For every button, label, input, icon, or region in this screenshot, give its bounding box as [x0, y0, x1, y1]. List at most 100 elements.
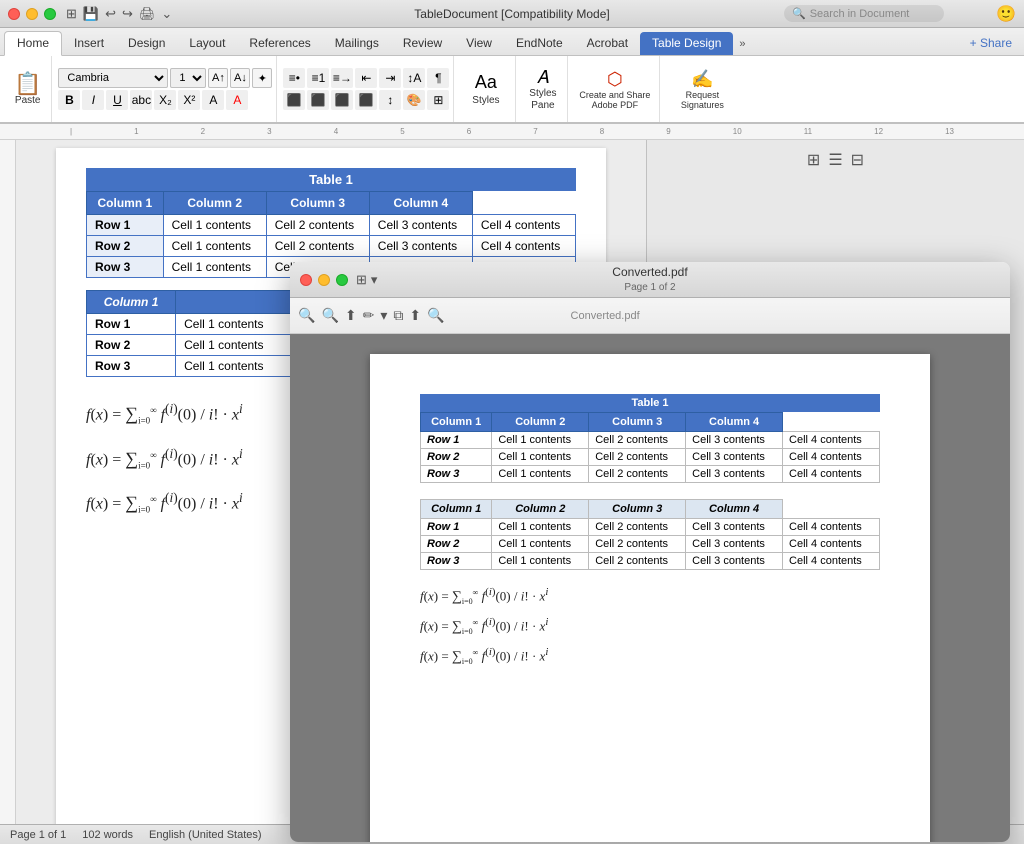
sort-button[interactable]: ↕A	[403, 68, 425, 88]
table-row: Row 3 Cell 1 contents	[87, 356, 296, 377]
pdf-search2-icon[interactable]: 🔍	[427, 307, 444, 324]
tab-mailings[interactable]: Mailings	[323, 32, 391, 55]
pdf-t2-r2h: Row 2	[421, 536, 492, 553]
font-controls: Cambria 12 A↑ A↓ ✦ B I U abc X₂ X² A A	[58, 68, 272, 110]
more-icon[interactable]: ⌄	[161, 6, 172, 22]
pdf-t1-r1c3: Cell 3 contents	[686, 432, 783, 449]
table-row: Row 2 Cell 1 contents Cell 2 contents Ce…	[87, 236, 576, 257]
printer-icon[interactable]: 🖨	[139, 6, 156, 22]
align-center-button[interactable]: ⬛	[307, 90, 329, 110]
tab-layout[interactable]: Layout	[177, 32, 237, 55]
align-left-button[interactable]: ⬛	[283, 90, 305, 110]
pdf-table1-caption: Table 1	[420, 394, 880, 412]
pdf-table1-header-row: Column 1 Column 2 Column 3 Column 4	[421, 413, 880, 432]
justify-button[interactable]: ⬛	[355, 90, 377, 110]
pdf-t1-r1h: Row 1	[421, 432, 492, 449]
grid-view-icon[interactable]: ⊞	[807, 150, 820, 170]
doc-title: TableDocument [Compatibility Mode]	[414, 7, 609, 21]
signatures-icon: ✍	[691, 69, 713, 90]
strikethrough-button[interactable]: abc	[130, 90, 152, 110]
bold-button[interactable]: B	[58, 90, 80, 110]
minimize-button[interactable]	[26, 8, 38, 20]
font-color-button[interactable]: A	[226, 90, 248, 110]
tab-acrobat[interactable]: Acrobat	[575, 32, 640, 55]
adobe-label[interactable]: Create and Share Adobe PDF	[579, 90, 650, 110]
superscript-button[interactable]: X²	[178, 90, 200, 110]
tab-review[interactable]: Review	[391, 32, 454, 55]
search-bar[interactable]: 🔍 Search in Document	[784, 5, 944, 22]
partial-table: Column 1 Row 1 Cell 1 contents Row 2 Cel…	[86, 290, 296, 377]
detail-view-icon[interactable]: ⊟	[851, 150, 864, 170]
pdf-zoom-out-icon[interactable]: 🔍	[321, 307, 338, 324]
subscript-button[interactable]: X₂	[154, 90, 176, 110]
pdf-prev-icon[interactable]: ⊞	[356, 272, 367, 288]
pdf-search-icon[interactable]: 🔍	[298, 307, 315, 324]
list-view-icon[interactable]: ☰	[828, 150, 842, 170]
signatures-label[interactable]: Request Signatures	[681, 90, 724, 110]
line-spacing-button[interactable]: ↕	[379, 90, 401, 110]
pdf-content[interactable]: Table 1 Column 1 Column 2 Column 3 Colum…	[290, 334, 1010, 842]
tab-design[interactable]: Design	[116, 32, 177, 55]
align-right-button[interactable]: ⬛	[331, 90, 353, 110]
pdf-filename: Converted.pdf	[612, 265, 687, 281]
tab-table-design[interactable]: Table Design	[640, 32, 733, 55]
decrease-indent-button[interactable]: ⇤	[355, 68, 377, 88]
paragraph-mark-button[interactable]: ¶	[427, 68, 449, 88]
borders-button[interactable]: ⊞	[427, 90, 449, 110]
font-section: Cambria 12 A↑ A↓ ✦ B I U abc X₂ X² A A	[54, 56, 277, 122]
tab-view[interactable]: View	[454, 32, 504, 55]
styles-pane-label[interactable]: Styles Pane	[529, 88, 556, 112]
pdf-math-1: f(x) = ∑i=0∞ f(i)(0) / i! · xi	[420, 586, 880, 606]
close-button[interactable]	[8, 8, 20, 20]
pdf-share-icon[interactable]: ⬆	[345, 307, 357, 324]
pdf-traffic-lights	[300, 274, 348, 286]
share-button[interactable]: + Share	[958, 32, 1024, 55]
shading-button[interactable]: 🎨	[403, 90, 425, 110]
tab-insert[interactable]: Insert	[62, 32, 116, 55]
tab-references[interactable]: References	[237, 32, 322, 55]
pdf-t1-r1c4: Cell 4 contents	[783, 432, 880, 449]
table-row: Row 3 Cell 1 contents Cell 2 contents Ce…	[421, 553, 880, 570]
font-shrink-button[interactable]: A↓	[230, 68, 250, 88]
tab-more[interactable]: »	[733, 34, 751, 55]
traffic-lights	[8, 8, 56, 20]
underline-button[interactable]: U	[106, 90, 128, 110]
font-name-select[interactable]: Cambria	[58, 68, 168, 88]
maximize-button[interactable]	[44, 8, 56, 20]
pdf-minimize-button[interactable]	[318, 274, 330, 286]
tab-home[interactable]: Home	[4, 31, 62, 56]
language: English (United States)	[149, 829, 262, 841]
numbering-button[interactable]: ≡1	[307, 68, 329, 88]
italic-button[interactable]: I	[82, 90, 104, 110]
pdf-maximize-button[interactable]	[336, 274, 348, 286]
pdf-close-button[interactable]	[300, 274, 312, 286]
pdf-up-icon[interactable]: ⬆	[409, 307, 421, 324]
pdf-t2-r2c1: Cell 1 contents	[492, 536, 589, 553]
window-title: TableDocument [Compatibility Mode]	[414, 7, 609, 21]
pdf-t2-r3c4: Cell 4 contents	[783, 553, 880, 570]
multilevel-button[interactable]: ≡→	[331, 68, 353, 88]
toolbar-icon-2[interactable]: 💾	[83, 6, 99, 22]
clear-format-button[interactable]: ✦	[252, 68, 272, 88]
undo-icon[interactable]: ↩	[105, 6, 116, 22]
tab-endnote[interactable]: EndNote	[504, 32, 575, 55]
partial-col2-header	[176, 291, 296, 314]
row1-cell4: Cell 4 contents	[472, 215, 575, 236]
font-size-select[interactable]: 12	[170, 68, 206, 88]
font-grow-button[interactable]: A↑	[208, 68, 228, 88]
increase-indent-button[interactable]: ⇥	[379, 68, 401, 88]
pdf-pages-icon[interactable]: ⧉	[393, 307, 403, 324]
pdf-math-2: f(x) = ∑i=0∞ f(i)(0) / i! · xi	[420, 616, 880, 636]
toolbar-icon-1[interactable]: ⊞	[66, 6, 77, 22]
highlight-button[interactable]: A	[202, 90, 224, 110]
row2-cell4: Cell 4 contents	[472, 236, 575, 257]
redo-icon[interactable]: ↪	[122, 6, 133, 22]
pdf-more-icon[interactable]: ▾	[380, 307, 387, 324]
paste-button[interactable]: 📋 Paste	[8, 71, 47, 108]
pdf-math-3: f(x) = ∑i=0∞ f(i)(0) / i! · xi	[420, 646, 880, 666]
pdf-dropdown-icon[interactable]: ▾	[371, 272, 378, 288]
bullets-button[interactable]: ≡•	[283, 68, 305, 88]
styles-label[interactable]: Styles	[472, 95, 499, 107]
row2-header: Row 2	[87, 236, 164, 257]
pdf-annotate-icon[interactable]: ✏	[363, 307, 375, 324]
